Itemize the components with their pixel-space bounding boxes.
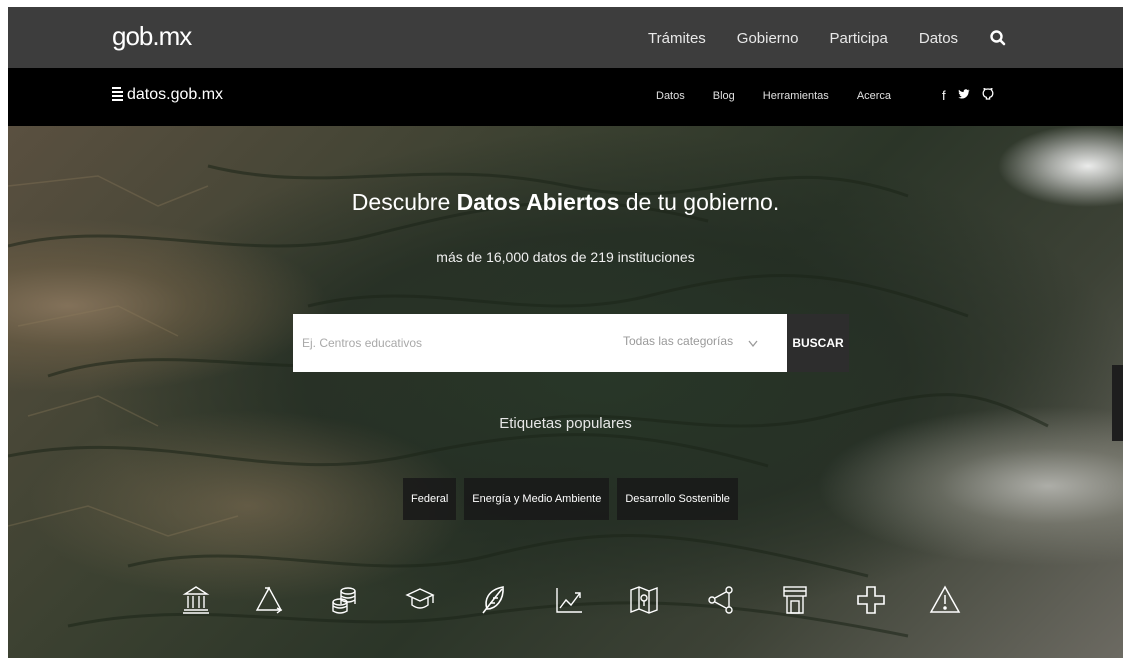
gob-mx-logo[interactable]: gob.mx	[112, 21, 192, 52]
health-cross-icon[interactable]	[855, 584, 887, 616]
document-lines-icon	[112, 87, 124, 103]
tag-desarrollo-sostenible[interactable]: Desarrollo Sostenible	[617, 478, 738, 520]
category-select-label: Todas las categorías	[623, 334, 734, 348]
hero-title-pre: Descubre	[351, 189, 457, 215]
search-box: Todas las categorías	[293, 314, 787, 372]
gov-nav-participa[interactable]: Participa	[830, 30, 888, 47]
side-feedback-tab[interactable]	[1112, 365, 1123, 441]
hero-section: Descubre Datos Abiertos de tu gobierno. …	[8, 126, 1123, 658]
line-chart-icon[interactable]	[553, 584, 585, 616]
tag-energia-medio-ambiente[interactable]: Energía y Medio Ambiente	[464, 478, 610, 520]
social-links: f	[942, 87, 1006, 103]
twitter-icon[interactable]	[958, 88, 970, 103]
page-frame: gob.mx Trámites Gobierno Participa Datos	[8, 7, 1123, 658]
graduation-cap-icon[interactable]	[404, 584, 436, 616]
site-nav-blog[interactable]: Blog	[713, 90, 735, 102]
site-logo-text: datos.gob.mx	[127, 86, 224, 103]
hero-subtitle: más de 16,000 datos de 219 instituciones	[436, 249, 695, 265]
leaf-icon[interactable]	[478, 584, 510, 616]
recycle-triangle-icon[interactable]	[253, 584, 285, 616]
map-pin-icon[interactable]	[628, 584, 660, 616]
network-nodes-icon[interactable]	[705, 584, 737, 616]
chevron-down-icon	[748, 337, 758, 348]
site-nav-herramientas[interactable]: Herramientas	[763, 90, 829, 102]
facebook-icon[interactable]: f	[942, 88, 946, 103]
site-nav: Datos Blog Herramientas Acerca	[656, 90, 919, 102]
site-nav-datos[interactable]: Datos	[656, 90, 685, 102]
tower-icon[interactable]	[779, 584, 811, 616]
hero-title-post: de tu gobierno.	[619, 189, 780, 215]
warning-triangle-icon[interactable]	[929, 584, 961, 616]
hero-title-bold: Datos Abiertos	[456, 189, 620, 215]
site-nav-acerca[interactable]: Acerca	[857, 90, 891, 102]
category-icons	[8, 584, 1123, 624]
gov-nav-tramites[interactable]: Trámites	[648, 30, 706, 47]
search-button[interactable]: BUSCAR	[787, 314, 849, 372]
gov-header: gob.mx Trámites Gobierno Participa Datos	[8, 7, 1123, 68]
search-input[interactable]	[293, 314, 613, 372]
datos-gob-mx-logo[interactable]: datos.gob.mx	[112, 86, 223, 104]
hero-title: Descubre Datos Abiertos de tu gobierno.	[8, 189, 1123, 216]
tag-federal[interactable]: Federal	[403, 478, 457, 520]
site-header: datos.gob.mx Datos Blog Herramientas Ace…	[8, 68, 1123, 126]
search-icon[interactable]	[989, 29, 1007, 47]
github-icon[interactable]	[982, 87, 994, 103]
gov-nav: Trámites Gobierno Participa Datos	[648, 29, 1007, 47]
gov-nav-datos[interactable]: Datos	[919, 30, 958, 47]
coins-stack-icon[interactable]	[328, 584, 360, 616]
category-select[interactable]: Todas las categorías	[623, 334, 758, 348]
popular-tags-title: Etiquetas populares	[499, 415, 632, 432]
gov-nav-gobierno[interactable]: Gobierno	[737, 30, 799, 47]
popular-tags: Federal Energía y Medio Ambiente Desarro…	[403, 478, 746, 520]
government-building-icon[interactable]	[180, 584, 212, 616]
